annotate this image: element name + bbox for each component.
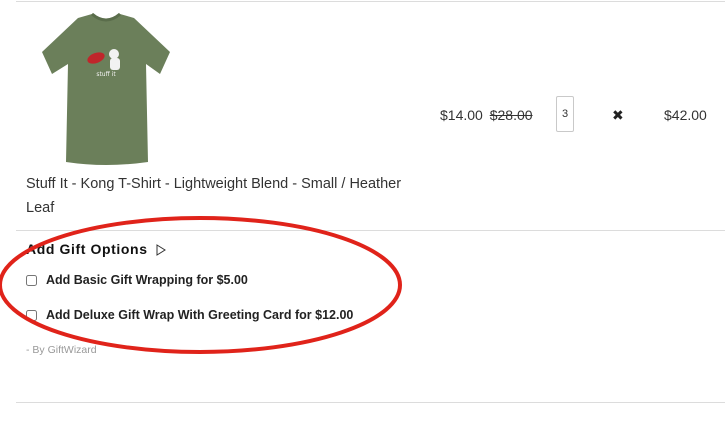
price: $14.00 $28.00: [440, 107, 533, 123]
quantity-input[interactable]: [556, 96, 574, 132]
shirt-print-text: stuff it: [96, 71, 116, 78]
original-price: $28.00: [489, 107, 533, 123]
remove-item-icon[interactable]: ✖: [612, 107, 624, 124]
gift-options-title: Add Gift Options: [26, 241, 148, 257]
sale-price: $14.00: [440, 107, 483, 123]
gift-options-toggle[interactable]: Add Gift Options: [26, 241, 167, 259]
divider-mid: [16, 230, 725, 231]
gift-option-basic-label: Add Basic Gift Wrapping for $5.00: [46, 273, 248, 287]
product-image[interactable]: stuff it: [38, 12, 174, 168]
gift-option-deluxe-checkbox[interactable]: [26, 309, 37, 321]
gift-option-basic-checkbox[interactable]: [26, 274, 37, 286]
product-name[interactable]: Stuff It - Kong T-Shirt - Lightweight Bl…: [26, 172, 426, 220]
gift-option-deluxe-label: Add Deluxe Gift Wrap With Greeting Card …: [46, 308, 354, 322]
expand-triangle-icon: [156, 243, 167, 259]
line-total: $42.00: [664, 107, 707, 123]
divider-top: [16, 1, 725, 2]
divider-bottom: [16, 402, 725, 403]
gift-option-deluxe[interactable]: Add Deluxe Gift Wrap With Greeting Card …: [26, 308, 353, 322]
gift-option-basic[interactable]: Add Basic Gift Wrapping for $5.00: [26, 273, 248, 287]
giftwizard-attribution[interactable]: - By GiftWizard: [26, 344, 97, 356]
